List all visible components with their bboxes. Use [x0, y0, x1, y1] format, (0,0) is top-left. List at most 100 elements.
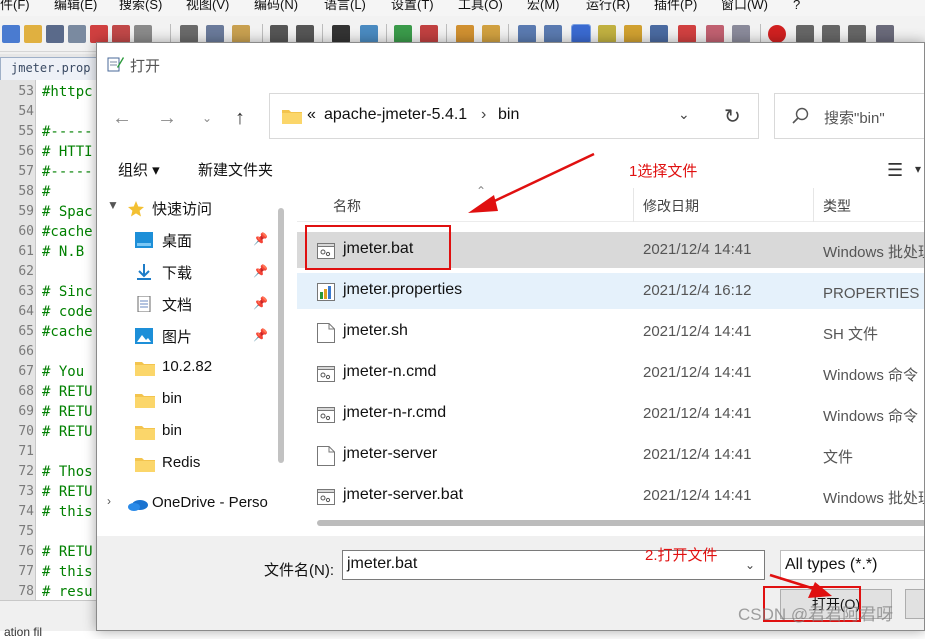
nav-item[interactable]: 下载 📌	[97, 257, 277, 287]
redo-icon[interactable]	[296, 25, 314, 43]
monitor-icon[interactable]	[732, 25, 750, 43]
column-date[interactable]: 修改日期	[643, 196, 699, 216]
address-overflow-chevron[interactable]: «	[307, 106, 316, 124]
nav-item[interactable]: bin	[97, 417, 277, 447]
forward-arrow-icon[interactable]: →	[152, 103, 182, 133]
play-multiple-icon[interactable]	[848, 25, 866, 43]
file-row[interactable]: jmeter.properties 2021/12/4 16:12 PROPERTI…	[297, 273, 924, 309]
print-icon[interactable]	[134, 25, 152, 43]
sync-h-icon[interactable]	[482, 25, 500, 43]
nav-item[interactable]: bin	[97, 385, 277, 415]
cancel-button[interactable]	[905, 589, 924, 619]
show-all-chars-icon[interactable]	[544, 25, 562, 43]
file-row[interactable]: jmeter-server 2021/12/4 14:41 文件	[297, 437, 924, 473]
nav-item[interactable]: 文档 📌	[97, 289, 277, 319]
address-bar[interactable]: « apache-jmeter-5.4.1 › bin ⌄ ↻	[269, 93, 759, 139]
organize-button[interactable]: 组织 ▾	[118, 159, 160, 180]
doc-map-icon[interactable]	[624, 25, 642, 43]
record-macro-icon[interactable]	[768, 25, 786, 43]
address-segment-bin[interactable]: bin	[498, 106, 519, 124]
save-all-icon[interactable]	[68, 25, 86, 43]
undo-icon[interactable]	[270, 25, 288, 43]
nav-item[interactable]: 图片 📌	[97, 321, 277, 351]
sync-v-icon[interactable]	[456, 25, 474, 43]
chevron-down-icon[interactable]: ▼	[107, 198, 119, 212]
menu-view[interactable]: 视图(V)	[186, 0, 229, 12]
stop-macro-icon[interactable]	[796, 25, 814, 43]
view-menu-icon[interactable]: ☰	[887, 160, 903, 181]
save-macro-icon[interactable]	[876, 25, 894, 43]
nav-item[interactable]: Redis	[97, 449, 277, 479]
nav-item[interactable]: › OneDrive - Perso	[97, 489, 277, 519]
column-name[interactable]: 名称	[333, 196, 361, 216]
chevron-right-icon[interactable]: ›	[107, 494, 111, 508]
pin-icon[interactable]: 📌	[253, 328, 268, 342]
menu-run[interactable]: 运行(R)	[586, 0, 630, 12]
code-area[interactable]: 53 54 55 56 57 58 59 60 61 62 63 64 65 66 67 68 69 70 71 72…	[0, 80, 100, 600]
menu-window[interactable]: 窗口(W)	[721, 0, 768, 12]
close-file-icon[interactable]	[90, 25, 108, 43]
close-all-icon[interactable]	[112, 25, 130, 43]
chevron-down-icon[interactable]: ▾	[915, 162, 921, 176]
file-row[interactable]: jmeter-n-r.cmd 2021/12/4 14:41 Windows 命令	[297, 396, 924, 432]
file-name: jmeter.properties	[343, 281, 463, 298]
find-icon[interactable]	[332, 25, 350, 43]
replace-icon[interactable]	[360, 25, 378, 43]
zoom-out-icon[interactable]	[420, 25, 438, 43]
nav-item[interactable]: 10.2.82	[97, 353, 277, 383]
new-folder-button[interactable]: 新建文件夹	[198, 159, 273, 180]
menu-edit[interactable]: 编辑(E)	[54, 0, 97, 12]
file-type-select[interactable]: All types (*.*)	[780, 550, 924, 580]
code-line: # RETU	[42, 404, 93, 420]
file-row[interactable]: jmeter.sh 2021/12/4 14:41 SH 文件	[297, 314, 924, 350]
open-file-dialog: 打开 ← → ⌄ ↑ « apache-jmeter-5.4.1 › bin ⌄…	[96, 42, 925, 631]
search-box[interactable]: 搜索"bin"	[774, 93, 924, 139]
copy-icon[interactable]	[206, 25, 224, 43]
function-list-icon[interactable]	[678, 25, 696, 43]
indent-guide-icon[interactable]	[571, 24, 591, 44]
line-number: 62	[18, 264, 34, 279]
pin-icon[interactable]: 📌	[253, 296, 268, 310]
menu-plugins[interactable]: 插件(P)	[654, 0, 697, 12]
menu-encoding[interactable]: 编码(N)	[254, 0, 298, 12]
play-macro-icon[interactable]	[822, 25, 840, 43]
file-row[interactable]: jmeter-n.cmd 2021/12/4 14:41 Windows 命令	[297, 355, 924, 391]
chevron-down-icon[interactable]: ⌄	[678, 106, 690, 123]
cut-icon[interactable]	[180, 25, 198, 43]
menu-search[interactable]: 搜索(S)	[119, 0, 162, 12]
doc-list-icon[interactable]	[650, 25, 668, 43]
new-file-icon[interactable]	[2, 25, 20, 43]
menu-file[interactable]: 件(F)	[0, 0, 30, 12]
user-lang-icon[interactable]	[598, 25, 616, 43]
file-row[interactable]: jmeter-server.bat 2021/12/4 14:41 Windows …	[297, 478, 924, 514]
up-arrow-icon[interactable]: ↑	[225, 103, 255, 133]
save-icon[interactable]	[46, 25, 64, 43]
address-segment-jmeter[interactable]: apache-jmeter-5.4.1	[324, 106, 467, 124]
zoom-in-icon[interactable]	[394, 25, 412, 43]
menu-settings[interactable]: 设置(T)	[391, 0, 434, 12]
horizontal-scrollbar[interactable]	[317, 520, 924, 526]
pin-icon[interactable]: 📌	[253, 232, 268, 246]
file-name: jmeter-n-r.cmd	[343, 404, 447, 421]
nav-item[interactable]: ▼ 快速访问	[97, 193, 277, 223]
back-arrow-icon[interactable]: ←	[107, 103, 137, 133]
menu-help[interactable]: ?	[793, 0, 800, 12]
navigation-scrollbar[interactable]	[278, 208, 284, 463]
refresh-icon[interactable]: ↻	[724, 104, 741, 129]
code-line: # RETU	[42, 424, 93, 440]
menu-macro[interactable]: 宏(M)	[527, 0, 560, 12]
tab-jmeter-properties[interactable]: jmeter.prop	[0, 57, 100, 80]
menu-language[interactable]: 语言(L)	[324, 0, 366, 12]
paste-icon[interactable]	[232, 25, 250, 43]
folder-workspace-icon[interactable]	[706, 25, 724, 43]
line-number: 64	[18, 304, 34, 319]
chevron-down-icon[interactable]: ⌄	[745, 558, 755, 572]
open-file-icon[interactable]	[24, 25, 42, 43]
menu-tools[interactable]: 工具(O)	[458, 0, 503, 12]
column-type[interactable]: 类型	[823, 196, 851, 216]
nav-item[interactable]: 桌面 📌	[97, 225, 277, 255]
pin-icon[interactable]: 📌	[253, 264, 268, 278]
file-date: 2021/12/4 14:41	[643, 487, 752, 504]
word-wrap-icon[interactable]	[518, 25, 536, 43]
recent-locations-chevron-icon[interactable]: ⌄	[192, 103, 222, 133]
